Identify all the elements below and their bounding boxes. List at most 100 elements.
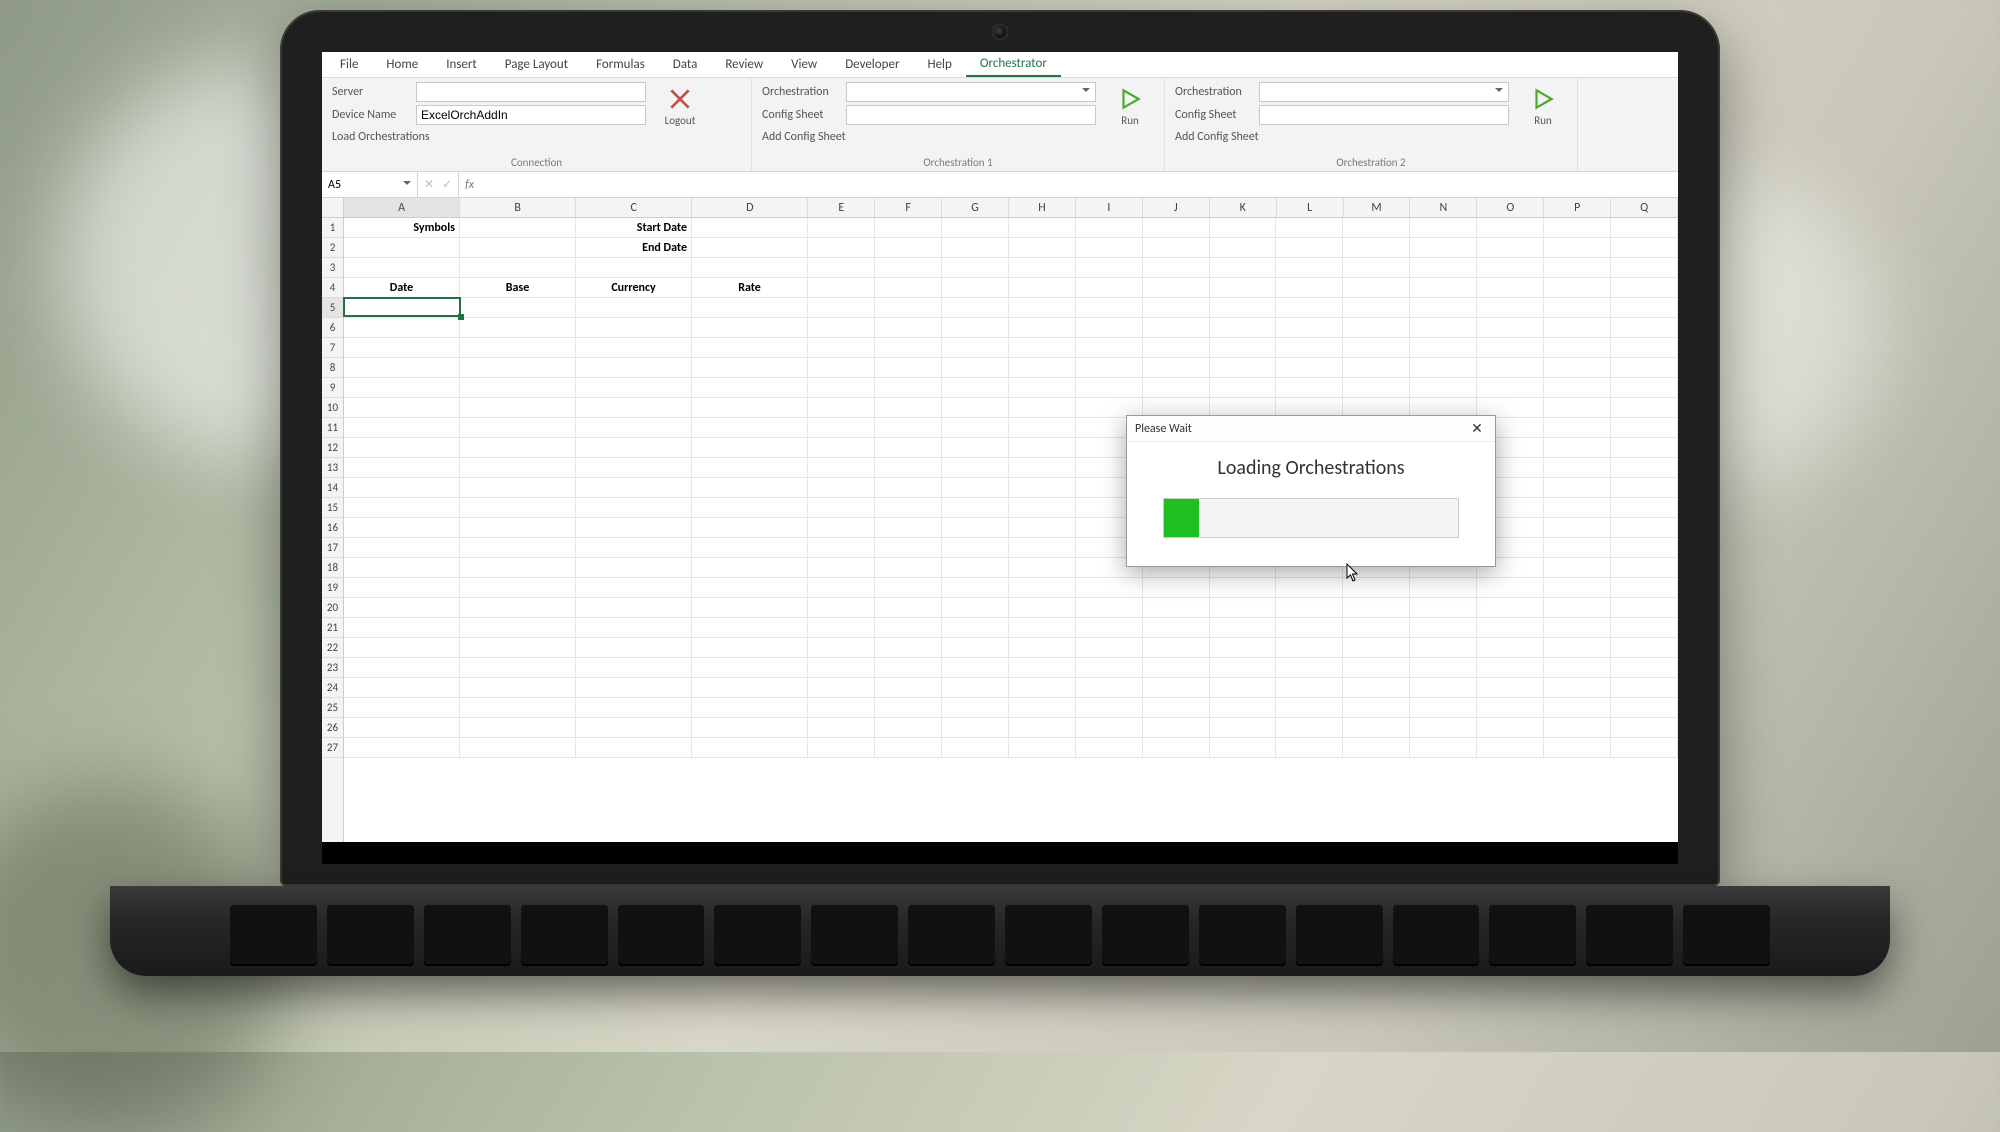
cell-K23[interactable]: [1210, 658, 1277, 678]
cell-C20[interactable]: [576, 598, 692, 618]
cell-C3[interactable]: [576, 258, 692, 278]
cell-E13[interactable]: [808, 458, 875, 478]
cell-Q2[interactable]: [1611, 238, 1678, 258]
cell-D25[interactable]: [692, 698, 808, 718]
cell-N21[interactable]: [1410, 618, 1477, 638]
cell-E26[interactable]: [808, 718, 875, 738]
orch1-orch-select[interactable]: [846, 82, 1096, 102]
cell-A7[interactable]: [344, 338, 460, 358]
col-header-D[interactable]: D: [692, 198, 808, 217]
cell-H17[interactable]: [1009, 538, 1076, 558]
cell-D22[interactable]: [692, 638, 808, 658]
cell-I5[interactable]: [1076, 298, 1143, 318]
tab-file[interactable]: File: [326, 52, 372, 77]
cell-C23[interactable]: [576, 658, 692, 678]
cell-F23[interactable]: [875, 658, 942, 678]
cell-C12[interactable]: [576, 438, 692, 458]
cell-A9[interactable]: [344, 378, 460, 398]
cell-G3[interactable]: [942, 258, 1009, 278]
cell-B16[interactable]: [460, 518, 576, 538]
cell-H2[interactable]: [1009, 238, 1076, 258]
cell-Q4[interactable]: [1611, 278, 1678, 298]
cell-A24[interactable]: [344, 678, 460, 698]
cell-F1[interactable]: [875, 218, 942, 238]
cell-F18[interactable]: [875, 558, 942, 578]
cell-I1[interactable]: [1076, 218, 1143, 238]
cell-J9[interactable]: [1143, 378, 1210, 398]
cell-E21[interactable]: [808, 618, 875, 638]
cell-P26[interactable]: [1544, 718, 1611, 738]
row-header-12[interactable]: 12: [322, 438, 343, 458]
cell-A12[interactable]: [344, 438, 460, 458]
cell-D5[interactable]: [692, 298, 808, 318]
tab-data[interactable]: Data: [659, 52, 712, 77]
cell-B10[interactable]: [460, 398, 576, 418]
orch2-orch-select[interactable]: [1259, 82, 1509, 102]
cell-F24[interactable]: [875, 678, 942, 698]
tab-formulas[interactable]: Formulas: [582, 52, 659, 77]
cell-P6[interactable]: [1544, 318, 1611, 338]
row-header-10[interactable]: 10: [322, 398, 343, 418]
tab-help[interactable]: Help: [913, 52, 965, 77]
cell-M3[interactable]: [1343, 258, 1410, 278]
cell-A1[interactable]: Symbols: [344, 218, 460, 238]
cell-Q22[interactable]: [1611, 638, 1678, 658]
cell-E6[interactable]: [808, 318, 875, 338]
cell-G24[interactable]: [942, 678, 1009, 698]
cell-D15[interactable]: [692, 498, 808, 518]
cell-B25[interactable]: [460, 698, 576, 718]
cell-I7[interactable]: [1076, 338, 1143, 358]
cell-E2[interactable]: [808, 238, 875, 258]
cell-E11[interactable]: [808, 418, 875, 438]
cell-F3[interactable]: [875, 258, 942, 278]
row-header-25[interactable]: 25: [322, 698, 343, 718]
cell-J21[interactable]: [1143, 618, 1210, 638]
cell-J4[interactable]: [1143, 278, 1210, 298]
cell-H15[interactable]: [1009, 498, 1076, 518]
cell-A22[interactable]: [344, 638, 460, 658]
row-header-24[interactable]: 24: [322, 678, 343, 698]
row-header-23[interactable]: 23: [322, 658, 343, 678]
cell-N4[interactable]: [1410, 278, 1477, 298]
cell-Q8[interactable]: [1611, 358, 1678, 378]
cell-Q11[interactable]: [1611, 418, 1678, 438]
cell-A4[interactable]: Date: [344, 278, 460, 298]
cell-Q23[interactable]: [1611, 658, 1678, 678]
col-header-K[interactable]: K: [1210, 198, 1277, 217]
cell-K21[interactable]: [1210, 618, 1277, 638]
cell-I9[interactable]: [1076, 378, 1143, 398]
cell-O2[interactable]: [1477, 238, 1544, 258]
cell-N5[interactable]: [1410, 298, 1477, 318]
cell-P23[interactable]: [1544, 658, 1611, 678]
cell-G20[interactable]: [942, 598, 1009, 618]
cell-B4[interactable]: Base: [460, 278, 576, 298]
cell-H7[interactable]: [1009, 338, 1076, 358]
orch1-run-button[interactable]: Run: [1106, 82, 1154, 131]
cell-E19[interactable]: [808, 578, 875, 598]
cell-L9[interactable]: [1276, 378, 1343, 398]
cell-I22[interactable]: [1076, 638, 1143, 658]
cell-D6[interactable]: [692, 318, 808, 338]
cell-M1[interactable]: [1343, 218, 1410, 238]
cell-H14[interactable]: [1009, 478, 1076, 498]
cell-I6[interactable]: [1076, 318, 1143, 338]
col-header-Q[interactable]: Q: [1611, 198, 1678, 217]
cell-D23[interactable]: [692, 658, 808, 678]
cell-A16[interactable]: [344, 518, 460, 538]
cell-B11[interactable]: [460, 418, 576, 438]
cell-H6[interactable]: [1009, 318, 1076, 338]
cell-E17[interactable]: [808, 538, 875, 558]
cell-A6[interactable]: [344, 318, 460, 338]
cell-B18[interactable]: [460, 558, 576, 578]
cell-H26[interactable]: [1009, 718, 1076, 738]
cell-L23[interactable]: [1276, 658, 1343, 678]
row-header-4[interactable]: 4: [322, 278, 343, 298]
cell-K22[interactable]: [1210, 638, 1277, 658]
cell-F26[interactable]: [875, 718, 942, 738]
cell-C19[interactable]: [576, 578, 692, 598]
cell-B6[interactable]: [460, 318, 576, 338]
cell-B14[interactable]: [460, 478, 576, 498]
orch2-add-config-link[interactable]: Add Config Sheet: [1175, 128, 1509, 144]
cell-N6[interactable]: [1410, 318, 1477, 338]
cell-P4[interactable]: [1544, 278, 1611, 298]
